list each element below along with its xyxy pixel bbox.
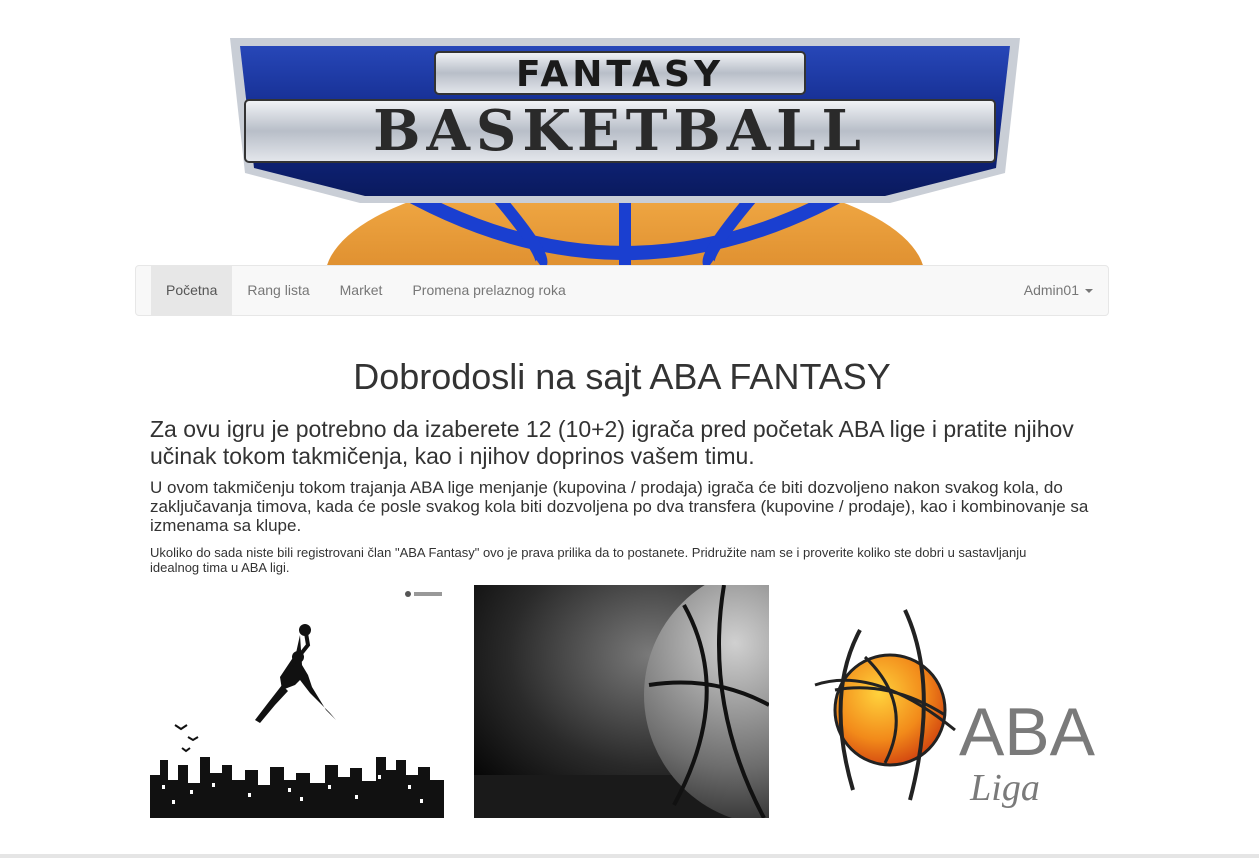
- footer-divider: [0, 854, 1259, 858]
- banner-basketball-text: BASKETBALL: [373, 98, 867, 164]
- basketball-dark-image: [474, 585, 769, 818]
- nav-links: Početna Rang lista Market Promena prelaz…: [151, 266, 581, 315]
- aba-logo-text: ABA: [959, 694, 1096, 770]
- user-name: Admin01: [1023, 282, 1079, 298]
- page-title: Dobrodosli na sajt ABA FANTASY: [353, 356, 891, 397]
- nav-item-rang-lista[interactable]: Rang lista: [232, 266, 324, 315]
- user-dropdown[interactable]: Admin01: [1024, 266, 1093, 315]
- nav-item-market[interactable]: Market: [325, 266, 398, 315]
- lead-text: Za ovu igru je potrebno da izaberete 12 …: [150, 416, 1074, 469]
- info-paragraph: U ovom takmičenju tokom trajanja ABA lig…: [150, 478, 1089, 535]
- main-navbar: Početna Rang lista Market Promena prelaz…: [135, 265, 1109, 316]
- banner-fantasy-text: FANTASY: [516, 54, 724, 95]
- caret-down-icon: [1085, 289, 1093, 294]
- fantasy-basketball-banner: FANTASY BASKETBALL: [150, 28, 1100, 265]
- jumpman-city-image: [150, 585, 444, 818]
- nav-item-pocetna[interactable]: Početna: [151, 266, 233, 315]
- registration-note: Ukoliko do sada niste bili registrovani …: [150, 545, 1027, 575]
- aba-liga-logo: ABA Liga: [805, 585, 1100, 818]
- aba-logo-subtext: Liga: [969, 767, 1040, 809]
- nav-item-promena-prelaznog-roka[interactable]: Promena prelaznog roka: [397, 266, 580, 315]
